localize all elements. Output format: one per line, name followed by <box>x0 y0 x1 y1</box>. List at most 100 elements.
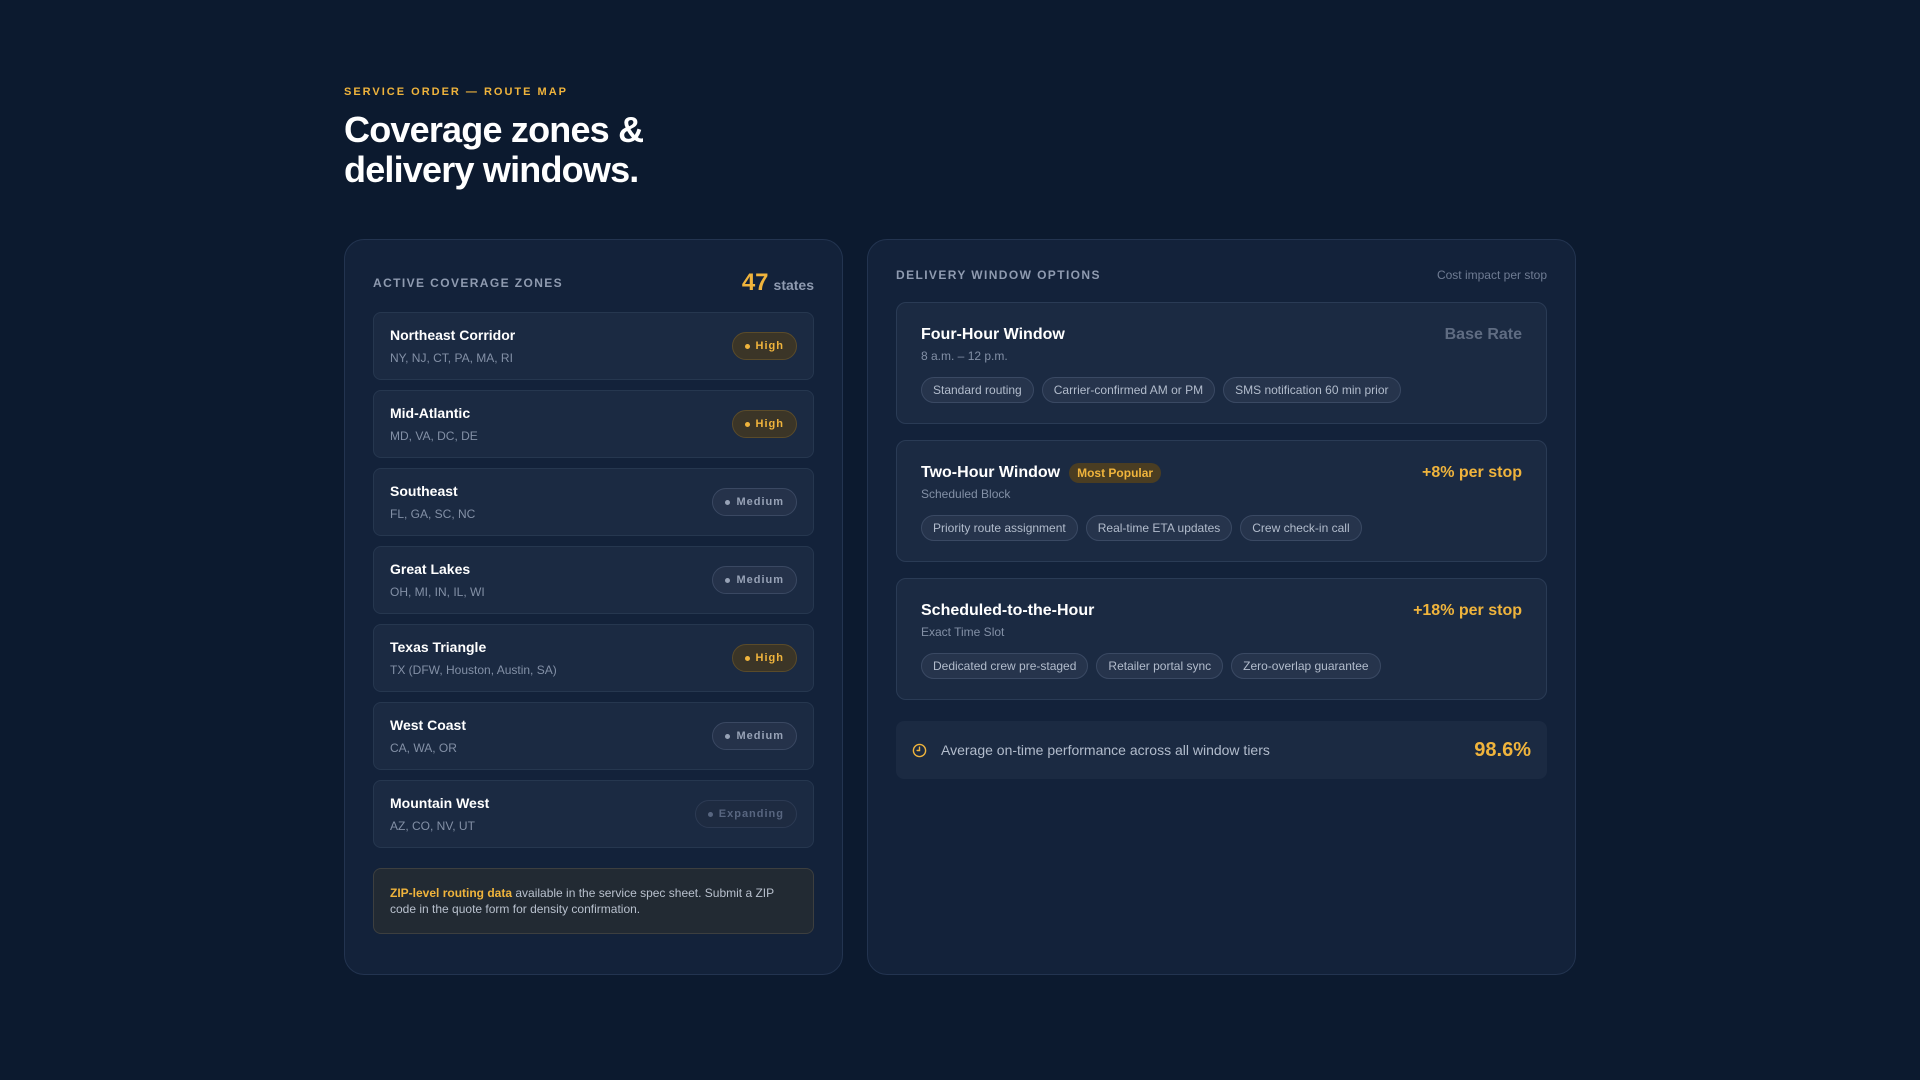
states-count-unit: states <box>773 277 814 293</box>
delivery-windows-label: DELIVERY WINDOW OPTIONS <box>896 268 1101 282</box>
feature-chip: Priority route assignment <box>921 515 1078 541</box>
density-dot-icon <box>707 811 713 817</box>
tier-price: +18% per stop <box>1413 602 1522 619</box>
zone-name: Texas Triangle <box>390 639 487 655</box>
density-label: Medium <box>736 574 784 586</box>
zone-row[interactable]: Great Lakes OH, MI, IN, IL, WI Medium <box>373 546 814 614</box>
density-label: High <box>755 418 784 430</box>
page-eyebrow: SERVICE ORDER — ROUTE MAP <box>344 86 568 98</box>
tier-title: Two-Hour Window <box>921 464 1061 481</box>
performance-summary-left: Average on-time performance across all w… <box>912 742 1270 758</box>
zone-states: CA, WA, OR <box>390 741 457 755</box>
zone-name: West Coast <box>390 717 466 733</box>
page-content: SERVICE ORDER — ROUTE MAP Coverage zones… <box>344 86 1576 975</box>
density-label: Medium <box>736 496 784 508</box>
zone-name: Southeast <box>390 483 458 499</box>
tier-subtitle: Scheduled Block <box>921 487 1011 501</box>
zone-states: FL, GA, SC, NC <box>390 507 476 521</box>
routing-note: ZIP-level routing data available in the … <box>373 868 814 934</box>
delivery-tier-list: Four-Hour Window Base Rate 8 a.m. – 12 p.m… <box>896 302 1547 700</box>
zone-states: TX (DFW, Houston, Austin, SA) <box>390 663 557 677</box>
zone-states: NY, NJ, CT, PA, MA, RI <box>390 351 513 365</box>
zone-info: Mid-Atlantic MD, VA, DC, DE <box>390 405 478 443</box>
density-label: High <box>755 652 784 664</box>
tier-subtitle: 8 a.m. – 12 p.m. <box>921 349 1008 363</box>
page-title: Coverage zones & delivery windows. <box>344 109 644 190</box>
delivery-windows-header: DELIVERY WINDOW OPTIONS Cost impact per … <box>896 268 1547 282</box>
zone-name: Mountain West <box>390 795 490 811</box>
zone-row[interactable]: West Coast CA, WA, OR Medium <box>373 702 814 770</box>
feature-chip: Real-time ETA updates <box>1085 515 1233 541</box>
zone-info: Mountain West AZ, CO, NV, UT <box>390 795 489 833</box>
tier-title: Four-Hour Window <box>921 326 1065 343</box>
coverage-zones-label: ACTIVE COVERAGE ZONES <box>373 276 564 290</box>
feature-chip: SMS notification 60 min prior <box>1223 377 1401 403</box>
zone-row[interactable]: Texas Triangle TX (DFW, Houston, Austin, … <box>373 624 814 692</box>
zone-row[interactable]: Mid-Atlantic MD, VA, DC, DE High <box>373 390 814 458</box>
tier-feature-list: Priority route assignment Real-time ETA u… <box>921 515 1522 541</box>
density-badge: Medium <box>712 566 797 594</box>
performance-value: 98.6% <box>1474 738 1531 761</box>
delivery-tier-card[interactable]: Two-Hour Window Most Popular +8% per stop S… <box>896 440 1547 562</box>
zone-info: Southeast FL, GA, SC, NC <box>390 483 475 521</box>
density-label: Expanding <box>718 808 784 820</box>
feature-chip: Retailer portal sync <box>1096 653 1224 679</box>
states-count-number: 47 <box>741 269 769 296</box>
zone-states: OH, MI, IN, IL, WI <box>390 585 485 599</box>
zone-info: Great Lakes OH, MI, IN, IL, WI <box>390 561 485 599</box>
density-dot-icon <box>725 733 731 739</box>
tier-price: +8% per stop <box>1421 464 1522 481</box>
density-label: Medium <box>736 730 784 742</box>
feature-chip: Carrier-confirmed AM or PM <box>1041 377 1216 403</box>
zone-info: Northeast Corridor NY, NJ, CT, PA, MA, RI <box>390 327 515 365</box>
performance-text: Average on-time performance across all w… <box>941 742 1270 758</box>
feature-chip: Standard routing <box>921 377 1034 403</box>
clock-icon <box>912 743 927 757</box>
feature-chip: Crew check-in call <box>1240 515 1362 541</box>
tier-header: Two-Hour Window Most Popular +8% per stop <box>921 463 1522 483</box>
density-badge: Expanding <box>694 800 797 828</box>
zone-states: MD, VA, DC, DE <box>390 429 478 443</box>
panels: ACTIVE COVERAGE ZONES 47 states Northeas… <box>344 239 1576 975</box>
tier-title-row: Four-Hour Window <box>921 326 1065 344</box>
tier-price: Base Rate <box>1444 326 1522 343</box>
cost-impact-note: Cost impact per stop <box>1436 268 1547 282</box>
zone-name: Northeast Corridor <box>390 327 516 343</box>
zone-row[interactable]: Southeast FL, GA, SC, NC Medium <box>373 468 814 536</box>
performance-summary: Average on-time performance across all w… <box>896 721 1547 779</box>
coverage-zones-panel: ACTIVE COVERAGE ZONES 47 states Northeas… <box>344 239 843 975</box>
states-count: 47 states <box>742 269 814 297</box>
density-dot-icon <box>744 421 750 427</box>
zone-info: Texas Triangle TX (DFW, Houston, Austin, … <box>390 639 557 677</box>
zone-name: Great Lakes <box>390 561 471 577</box>
density-badge: Medium <box>712 488 797 516</box>
delivery-tier-card[interactable]: Scheduled-to-the-Hour +18% per stop Exact … <box>896 578 1547 700</box>
zone-name: Mid-Atlantic <box>390 405 471 421</box>
delivery-tier-card[interactable]: Four-Hour Window Base Rate 8 a.m. – 12 p.m… <box>896 302 1547 424</box>
tier-header: Scheduled-to-the-Hour +18% per stop <box>921 601 1522 621</box>
zone-states: AZ, CO, NV, UT <box>390 819 475 833</box>
density-dot-icon <box>725 499 731 505</box>
tier-title-row: Two-Hour Window Most Popular <box>921 463 1162 483</box>
density-dot-icon <box>744 343 750 349</box>
feature-chip: Dedicated crew pre-staged <box>921 653 1089 679</box>
most-popular-badge: Most Popular <box>1069 463 1162 483</box>
feature-chip: Zero-overlap guarantee <box>1231 653 1381 679</box>
routing-note-highlight[interactable]: ZIP-level routing data <box>390 886 512 900</box>
tier-subtitle: Exact Time Slot <box>921 625 1005 639</box>
tier-feature-list: Standard routing Carrier-confirmed AM or … <box>921 377 1522 403</box>
density-badge: High <box>731 332 797 360</box>
delivery-windows-panel: DELIVERY WINDOW OPTIONS Cost impact per … <box>867 239 1576 975</box>
density-badge: Medium <box>712 722 797 750</box>
density-dot-icon <box>725 577 731 583</box>
density-badge: High <box>731 410 797 438</box>
zone-row[interactable]: Mountain West AZ, CO, NV, UT Expanding <box>373 780 814 848</box>
density-dot-icon <box>744 655 750 661</box>
zone-info: West Coast CA, WA, OR <box>390 717 466 755</box>
tier-feature-list: Dedicated crew pre-staged Retailer portal… <box>921 653 1522 679</box>
tier-title: Scheduled-to-the-Hour <box>921 602 1095 619</box>
zone-list: Northeast Corridor NY, NJ, CT, PA, MA, RI… <box>373 312 814 848</box>
tier-title-row: Scheduled-to-the-Hour <box>921 602 1094 620</box>
zone-row[interactable]: Northeast Corridor NY, NJ, CT, PA, MA, RI… <box>373 312 814 380</box>
tier-header: Four-Hour Window Base Rate <box>921 325 1522 345</box>
